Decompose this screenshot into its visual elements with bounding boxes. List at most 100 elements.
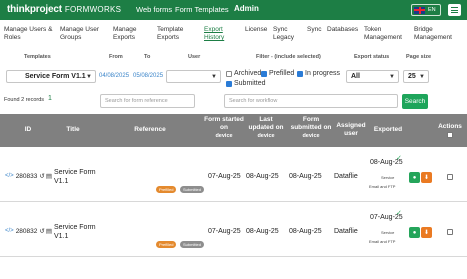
subnav-databases[interactable]: Databases xyxy=(327,26,361,34)
subnav-manage-exports[interactable]: Manage Exports xyxy=(113,26,145,42)
row-checkbox[interactable] xyxy=(447,174,453,180)
col-assigned-user[interactable]: Assigned user xyxy=(334,122,368,138)
table-row[interactable]: </> 280832 ↺ ▤ Service Form V1.1 Prefill… xyxy=(0,203,467,257)
row-id-cell: </> 280833 ↺ ▤ xyxy=(5,172,53,181)
subnav-sync[interactable]: Sync xyxy=(307,26,325,34)
row-channels: Email and FTP xyxy=(369,239,396,244)
nav-web-forms[interactable]: Web forms xyxy=(136,5,172,14)
workflow-search-input[interactable]: Search for workflow xyxy=(224,94,398,108)
row-submitted: 08-Aug-25 xyxy=(289,228,322,235)
row-checkbox[interactable] xyxy=(447,229,453,235)
page-size-value: 25 xyxy=(408,73,416,80)
history-icon[interactable]: ↺ xyxy=(39,227,44,235)
to-date-input[interactable]: 05/08/2025 xyxy=(133,73,163,79)
label-to: To xyxy=(144,54,151,60)
row-updated: 08-Aug-25 xyxy=(246,173,279,180)
language-selector[interactable]: EN xyxy=(411,4,441,16)
row-title: Service Form V1.1 xyxy=(54,224,96,240)
chevron-down-icon: ▼ xyxy=(419,74,425,80)
subnav-manage-users-roles[interactable]: Manage Users & Roles xyxy=(4,26,54,42)
subnav-template-exports[interactable]: Template Exports xyxy=(157,26,191,42)
col-started[interactable]: Form started on device xyxy=(204,116,244,140)
menu-icon[interactable] xyxy=(448,4,461,16)
col-reference[interactable]: Reference xyxy=(130,126,170,134)
export-status-value: All xyxy=(351,73,360,80)
nav-admin[interactable]: Admin xyxy=(234,4,259,13)
chevron-down-icon: ▼ xyxy=(86,74,92,80)
col-updated-sub: device xyxy=(257,133,275,139)
page-size-select[interactable]: 25 ▼ xyxy=(403,70,429,83)
row-submitted: 08-Aug-25 xyxy=(289,173,322,180)
col-id[interactable]: ID xyxy=(22,126,34,134)
download-icon[interactable]: ⬇ xyxy=(421,227,432,238)
workflow-search-placeholder: Search for workflow xyxy=(229,98,278,104)
brand-name: thinkproject xyxy=(7,4,62,15)
export-status-select[interactable]: All ▼ xyxy=(346,70,399,83)
filter-submitted-label: Submitted xyxy=(234,80,266,87)
code-link-icon[interactable]: </> xyxy=(5,173,14,179)
checkbox[interactable] xyxy=(226,70,232,77)
select-all-checkbox[interactable] xyxy=(447,132,453,138)
table-header: ID Title Reference Form started on devic… xyxy=(0,114,467,147)
subnav-license[interactable]: License xyxy=(245,26,271,34)
col-updated-label: Last updated on xyxy=(248,116,284,131)
subnav-manage-user-groups[interactable]: Manage User Groups xyxy=(60,26,105,42)
row-service: Service xyxy=(381,230,395,235)
table-row[interactable]: </> 280833 ↺ ▤ Service Form V1.1 Prefill… xyxy=(0,148,467,202)
search-button[interactable]: Search xyxy=(402,94,428,109)
filter-archived[interactable]: Archived xyxy=(226,70,261,77)
user-select[interactable]: ▼ xyxy=(166,70,221,83)
product-name: FORMWORKS xyxy=(64,5,122,14)
chevron-down-icon: ▼ xyxy=(211,74,217,80)
row-channels: Email and FTP xyxy=(369,184,396,189)
checkbox[interactable] xyxy=(226,80,232,87)
col-updated[interactable]: Last updated on device xyxy=(247,116,285,140)
row-id-cell: </> 280832 ↺ ▤ xyxy=(5,227,53,236)
col-submitted[interactable]: Form submitted on device xyxy=(289,116,333,140)
found-count: 1 xyxy=(48,95,52,102)
row-service: Service xyxy=(381,175,395,180)
filter-prefilled[interactable]: Prefilled xyxy=(261,70,294,77)
col-title[interactable]: Title xyxy=(60,126,86,134)
subnav-sync-legacy[interactable]: Sync Legacy xyxy=(273,26,301,42)
status-badge-prefilled: Prefilled xyxy=(156,241,177,248)
label-page-size: Page size xyxy=(406,54,432,60)
clipboard-icon[interactable]: ▤ xyxy=(46,172,52,180)
found-records-label: Found 2 records xyxy=(4,97,45,103)
row-started: 07-Aug-25 xyxy=(208,173,241,180)
filter-in-progress[interactable]: In progress xyxy=(297,70,340,77)
subnav-bridge-management[interactable]: Bridge Management xyxy=(414,26,460,42)
filter-prefilled-label: Prefilled xyxy=(269,70,295,77)
row-started: 07-Aug-25 xyxy=(208,228,241,235)
label-filter: Filter - (include selected) xyxy=(256,54,321,60)
label-templates: Templates xyxy=(24,54,51,60)
checkbox[interactable] xyxy=(261,70,267,77)
row-id: 280832 xyxy=(15,227,38,235)
from-date-input[interactable]: 04/08/2025 xyxy=(99,73,129,79)
status-badge-prefilled: Prefilled xyxy=(156,186,177,193)
nav-form-templates[interactable]: Form Templates xyxy=(175,5,229,14)
status-badge-submitted: Submitted xyxy=(180,186,205,193)
filter-submitted[interactable]: Submitted xyxy=(226,80,266,87)
form-reference-search-input[interactable]: Search for form reference xyxy=(100,94,195,108)
brand-logo[interactable]: thinkproject FORMWORKS xyxy=(7,4,121,15)
view-eye-icon[interactable]: ● xyxy=(409,172,420,183)
clipboard-icon[interactable]: ▤ xyxy=(46,227,52,235)
col-started-sub: device xyxy=(215,133,233,139)
history-icon[interactable]: ↺ xyxy=(39,172,44,180)
col-exported[interactable]: Exported xyxy=(370,126,406,134)
label-user: User xyxy=(188,54,201,60)
download-icon[interactable]: ⬇ xyxy=(421,172,432,183)
row-id: 280833 xyxy=(15,172,38,180)
subnav-token-management[interactable]: Token Management xyxy=(364,26,410,42)
template-select[interactable]: Service Form V1.1 ▼ xyxy=(6,70,96,83)
uk-flag-icon xyxy=(414,6,425,14)
view-eye-icon[interactable]: ● xyxy=(409,227,420,238)
col-started-label: Form started on xyxy=(204,116,244,131)
subnav-export-history[interactable]: Export History xyxy=(204,26,236,42)
status-badge-submitted: Submitted xyxy=(180,241,205,248)
row-updated: 08-Aug-25 xyxy=(246,228,279,235)
checkbox[interactable] xyxy=(297,70,303,77)
row-user: Dataflie xyxy=(334,173,358,180)
code-link-icon[interactable]: </> xyxy=(5,228,14,234)
